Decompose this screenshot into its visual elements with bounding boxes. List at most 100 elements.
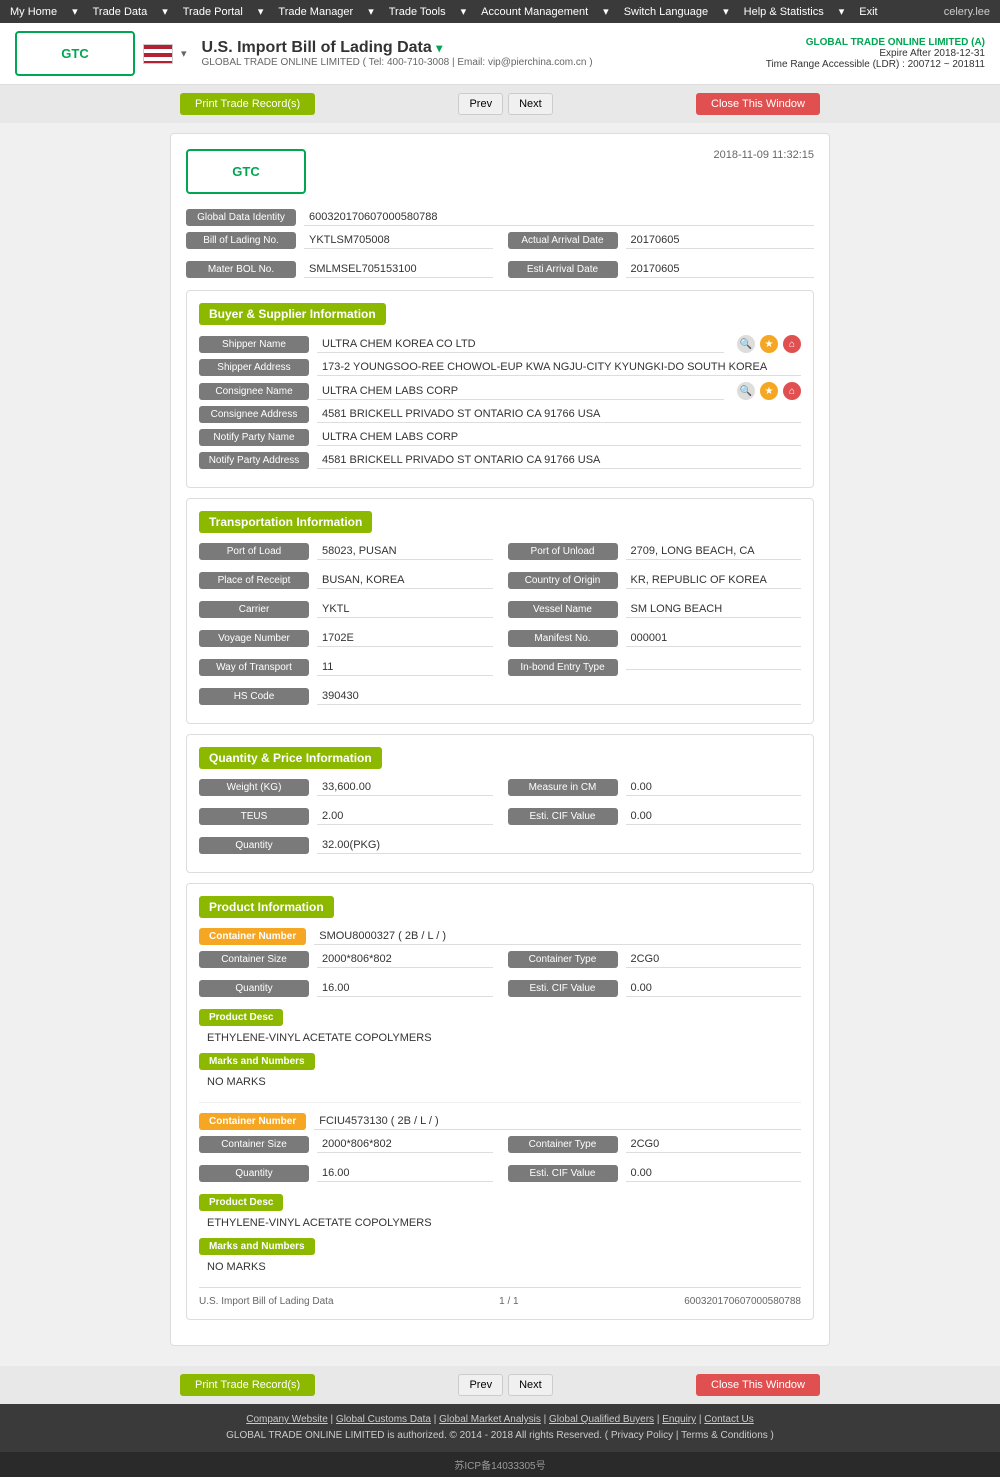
footer-link-market[interactable]: Global Market Analysis — [439, 1414, 541, 1425]
print-button-top[interactable]: Print Trade Record(s) — [180, 93, 315, 115]
next-button-top[interactable]: Next — [508, 93, 553, 115]
close-button-bottom[interactable]: Close This Window — [696, 1374, 820, 1396]
container2-size-type-row: Container Size 2000*806*802 Container Ty… — [199, 1136, 801, 1159]
nav-exit[interactable]: Exit — [859, 6, 877, 18]
nav-trade-data[interactable]: Trade Data — [93, 6, 148, 18]
footer-link-enquiry[interactable]: Enquiry — [662, 1414, 696, 1425]
bill-of-lading-value: YKTLSM705008 — [304, 232, 493, 249]
shipper-name-icons: 🔍 ★ ⌂ — [737, 335, 801, 353]
country-of-origin-row: Country of Origin KR, REPUBLIC OF KOREA — [508, 572, 802, 589]
print-button-bottom[interactable]: Print Trade Record(s) — [180, 1374, 315, 1396]
container1-quantity-row: Quantity 16.00 — [199, 980, 493, 997]
footer-copyright: GLOBAL TRADE ONLINE LIMITED is authorize… — [8, 1428, 992, 1444]
global-data-identity-row: Global Data Identity 6003201706070005807… — [186, 209, 814, 226]
container1-marks-value: NO MARKS — [199, 1072, 801, 1092]
shipper-name-value: ULTRA CHEM KOREA CO LTD — [317, 336, 724, 353]
main-content: GTC 2018-11-09 11:32:15 Global Data Iden… — [0, 123, 1000, 1366]
pagination-top: Prev Next — [458, 93, 552, 115]
card-footer-left: U.S. Import Bill of Lading Data — [199, 1296, 334, 1307]
container2-product-desc-value: ETHYLENE-VINYL ACETATE COPOLYMERS — [199, 1213, 801, 1233]
consignee-name-row: Consignee Name ULTRA CHEM LABS CORP 🔍 ★ … — [199, 382, 801, 400]
container1-qty-cif-row: Quantity 16.00 Esti. CIF Value 0.00 — [199, 980, 801, 1003]
container-1: Container Number SMOU8000327 ( 2B / L / … — [199, 928, 801, 1092]
consignee-star-icon[interactable]: ★ — [760, 382, 778, 400]
buyer-supplier-section: Buyer & Supplier Information Shipper Nam… — [186, 290, 814, 488]
measure-cm-label: Measure in CM — [508, 779, 618, 796]
weight-label: Weight (KG) — [199, 779, 309, 796]
nav-account-management[interactable]: Account Management — [481, 6, 588, 18]
footer-link-customs[interactable]: Global Customs Data — [336, 1414, 431, 1425]
container2-quantity-row: Quantity 16.00 — [199, 1165, 493, 1182]
vessel-name-label: Vessel Name — [508, 601, 618, 618]
container-divider — [199, 1102, 801, 1103]
weight-value: 33,600.00 — [317, 779, 493, 796]
container1-quantity-label: Quantity — [199, 980, 309, 997]
nav-switch-language[interactable]: Switch Language — [624, 6, 708, 18]
shipper-search-icon[interactable]: 🔍 — [737, 335, 755, 353]
bottom-footer: Company Website | Global Customs Data | … — [0, 1404, 1000, 1452]
port-of-unload-value: 2709, LONG BEACH, CA — [626, 543, 802, 560]
container2-type-value: 2CG0 — [626, 1136, 802, 1153]
shipper-star-icon[interactable]: ★ — [760, 335, 778, 353]
container1-size-type-row: Container Size 2000*806*802 Container Ty… — [199, 951, 801, 974]
place-of-receipt-value: BUSAN, KOREA — [317, 572, 493, 589]
voyage-manifest-row: Voyage Number 1702E Manifest No. 000001 — [199, 630, 801, 653]
container1-marks-block: Marks and Numbers — [199, 1053, 801, 1067]
nav-links[interactable]: My Home ▾ Trade Data ▾ Trade Portal ▾ Tr… — [10, 5, 878, 18]
esti-cif-row: Esti. CIF Value 0.00 — [508, 808, 802, 825]
carrier-row: Carrier YKTL — [199, 601, 493, 618]
container2-type-row: Container Type 2CG0 — [508, 1136, 802, 1153]
flag-dropdown-icon[interactable]: ▾ — [181, 47, 187, 60]
actual-arrival-row: Actual Arrival Date 20170605 — [508, 232, 815, 249]
nav-trade-tools[interactable]: Trade Tools — [389, 6, 446, 18]
container1-type-row: Container Type 2CG0 — [508, 951, 802, 968]
consignee-search-icon[interactable]: 🔍 — [737, 382, 755, 400]
inbond-entry-label: In-bond Entry Type — [508, 659, 618, 676]
header-bar: GTC ▾ U.S. Import Bill of Lading Data ▾ … — [0, 23, 1000, 85]
way-of-transport-value: 11 — [317, 659, 493, 676]
port-row: Port of Load 58023, PUSAN Port of Unload… — [199, 543, 801, 566]
teus-value: 2.00 — [317, 808, 493, 825]
next-button-bottom[interactable]: Next — [508, 1374, 553, 1396]
bottom-action-bar: Print Trade Record(s) Prev Next Close Th… — [0, 1366, 1000, 1404]
notify-party-address-row: Notify Party Address 4581 BRICKELL PRIVA… — [199, 452, 801, 469]
consignee-home-icon[interactable]: ⌂ — [783, 382, 801, 400]
port-of-unload-row: Port of Unload 2709, LONG BEACH, CA — [508, 543, 802, 560]
teus-row: TEUS 2.00 — [199, 808, 493, 825]
nav-help-statistics[interactable]: Help & Statistics — [744, 6, 824, 18]
hs-code-row: HS Code 390430 — [199, 688, 801, 705]
shipper-home-icon[interactable]: ⌂ — [783, 335, 801, 353]
close-button-top[interactable]: Close This Window — [696, 93, 820, 115]
header-info: GLOBAL TRADE ONLINE LIMITED (A) Expire A… — [766, 37, 985, 70]
prev-button-bottom[interactable]: Prev — [458, 1374, 503, 1396]
esti-arrival-label: Esti Arrival Date — [508, 261, 618, 278]
container1-product-desc-value: ETHYLENE-VINYL ACETATE COPOLYMERS — [199, 1028, 801, 1048]
card-timestamp: 2018-11-09 11:32:15 — [713, 149, 814, 161]
footer-link-buyers[interactable]: Global Qualified Buyers — [549, 1414, 654, 1425]
buyer-supplier-header: Buyer & Supplier Information — [199, 303, 386, 325]
footer-link-company[interactable]: Company Website — [246, 1414, 328, 1425]
container2-product-desc-label: Product Desc — [199, 1194, 283, 1211]
container1-esti-cif-row: Esti. CIF Value 0.00 — [508, 980, 802, 997]
container2-type-label: Container Type — [508, 1136, 618, 1153]
teus-label: TEUS — [199, 808, 309, 825]
nav-trade-portal[interactable]: Trade Portal — [183, 6, 243, 18]
consignee-name-value: ULTRA CHEM LABS CORP — [317, 383, 724, 400]
container1-number-row: Container Number SMOU8000327 ( 2B / L / … — [199, 928, 801, 945]
manifest-no-value: 000001 — [626, 630, 802, 647]
product-section: Product Information Container Number SMO… — [186, 883, 814, 1320]
bill-of-lading-row: Bill of Lading No. YKTLSM705008 — [186, 232, 493, 249]
footer-link-contact[interactable]: Contact Us — [704, 1414, 753, 1425]
username: celery.lee — [944, 6, 990, 18]
nav-trade-manager[interactable]: Trade Manager — [278, 6, 353, 18]
teus-cif-row: TEUS 2.00 Esti. CIF Value 0.00 — [199, 808, 801, 831]
logo: GTC — [15, 31, 135, 76]
esti-cif-label: Esti. CIF Value — [508, 808, 618, 825]
title-dropdown-icon[interactable]: ▾ — [436, 41, 442, 55]
place-of-receipt-row: Place of Receipt BUSAN, KOREA — [199, 572, 493, 589]
company-link: GLOBAL TRADE ONLINE LIMITED (A) — [766, 37, 985, 48]
nav-my-home[interactable]: My Home — [10, 6, 57, 18]
prev-button-top[interactable]: Prev — [458, 93, 503, 115]
container2-number-row: Container Number FCIU4573130 ( 2B / L / … — [199, 1113, 801, 1130]
port-of-load-label: Port of Load — [199, 543, 309, 560]
